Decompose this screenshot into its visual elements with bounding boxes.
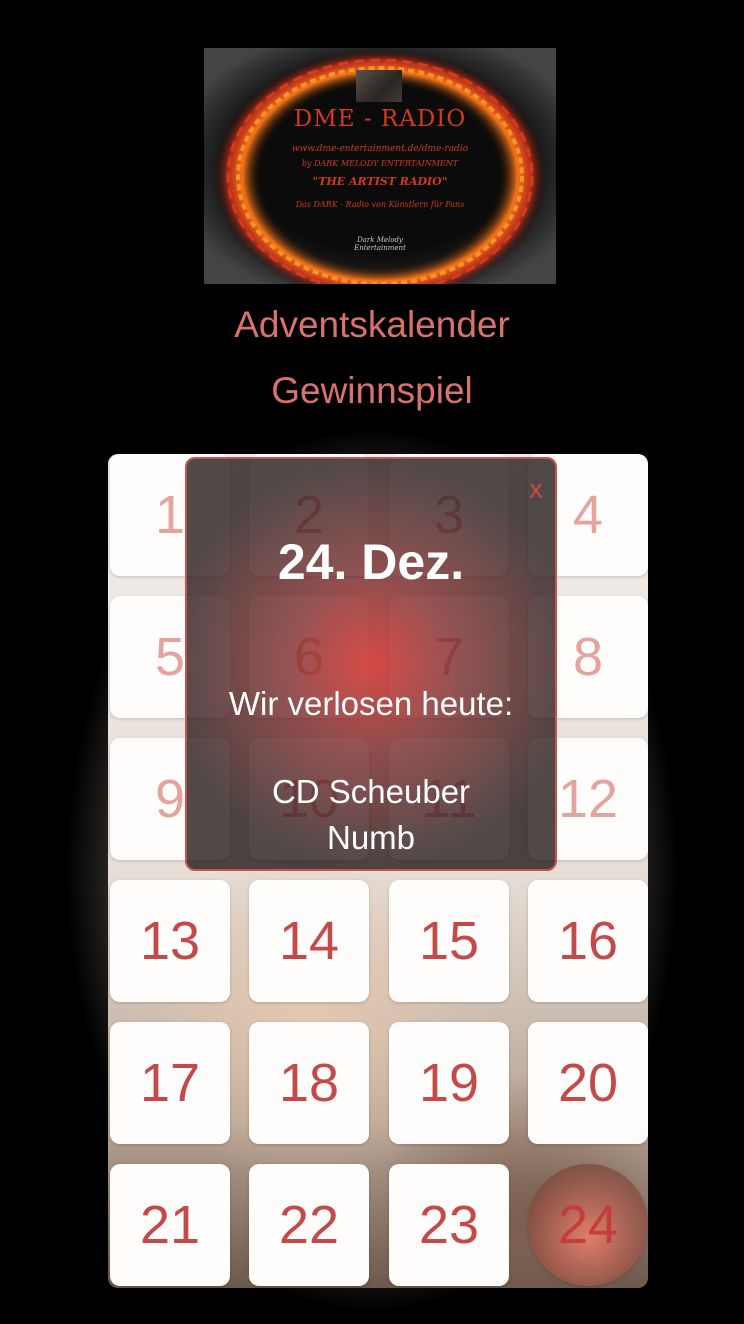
calendar-door[interactable]: 15	[389, 880, 509, 1002]
calendar-door[interactable]: 18	[249, 1022, 369, 1144]
prize-line-1: CD Scheuber	[271, 773, 471, 810]
close-button[interactable]: x	[529, 475, 543, 503]
calendar-door[interactable]: 14	[249, 880, 369, 1002]
modal-date: 24. Dez.	[277, 534, 465, 590]
calendar-door[interactable]: 20	[528, 1022, 648, 1144]
modal-prize: CD Scheuber Numb	[187, 769, 555, 861]
modal-lead: Wir verlosen heute:	[228, 685, 514, 722]
logo-signature-line1: Dark Melody	[357, 236, 403, 244]
prize-modal: x 24. Dez. Wir verlosen heute: CD Scheub…	[185, 457, 557, 871]
logo-title: DME - RADIO	[293, 106, 467, 132]
page-title: Adventskalender	[234, 304, 510, 345]
calendar-door[interactable]: 19	[389, 1022, 509, 1144]
logo-subline: Das DARK - Radio von Künstlern für Fans	[295, 200, 465, 209]
logo-photo	[356, 70, 402, 102]
logo-signature-line2: Entertainment	[354, 244, 406, 252]
logo-by: by DARK MELODY ENTERTAINMENT	[301, 159, 459, 168]
calendar-door-opened[interactable]: 24	[528, 1164, 648, 1286]
calendar-door[interactable]: 22	[249, 1164, 369, 1286]
calendar-door[interactable]: 17	[110, 1022, 230, 1144]
logo-signature: Dark Melody Entertainment	[204, 236, 556, 252]
dme-radio-logo: DME - RADIO www.dme-entertainment.de/dme…	[204, 48, 556, 284]
calendar-door[interactable]: 16	[528, 880, 648, 1002]
calendar-door[interactable]: 23	[389, 1164, 509, 1286]
logo-url: www.dme-entertainment.de/dme-radio	[291, 144, 469, 154]
page: DME - RADIO www.dme-entertainment.de/dme…	[0, 0, 744, 1324]
page-subtitle: Gewinnspiel	[271, 370, 473, 411]
prize-line-2: Numb	[326, 819, 416, 856]
logo-tagline: "THE ARTIST RADIO"	[312, 175, 448, 188]
calendar-door[interactable]: 21	[110, 1164, 230, 1286]
calendar-door[interactable]: 13	[110, 880, 230, 1002]
